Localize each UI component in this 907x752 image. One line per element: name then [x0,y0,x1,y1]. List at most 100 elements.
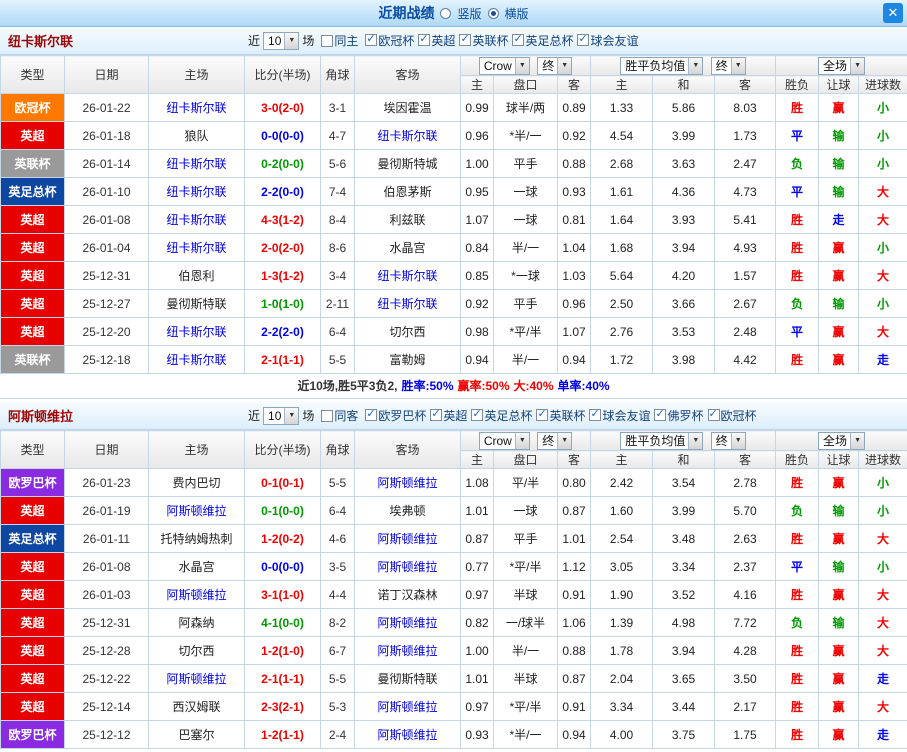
recent-count-select[interactable]: 10 ▼ [263,406,300,425]
match-row: 英联杯 26-01-14 纽卡斯尔联 0-2(0-0) 5-6 曼彻斯特城 1.00 平手 0.… [0,149,907,178]
home-team: 阿斯顿维拉 [148,496,245,525]
match-date: 26-01-18 [64,121,149,150]
match-score: 2-1(1-1) [244,664,321,693]
league-badge: 英联杯 [0,345,65,374]
checkbox-checked-icon[interactable] [459,32,472,47]
recent-count-select[interactable]: 10 ▼ [263,31,300,50]
avg-home: 1.64 [590,205,654,234]
odds-home: 0.87 [460,524,494,553]
avg-away: 4.28 [714,636,777,665]
bookmaker-select[interactable]: Crow ▼ [478,431,530,450]
odds-home: 0.94 [460,345,494,374]
league-checkbox[interactable]: 英超 [430,407,467,424]
league-checkbox[interactable]: 球会友谊 [577,32,638,49]
checkbox-checked-icon[interactable] [430,407,443,422]
avg-away: 1.73 [714,121,777,150]
league-checkbox[interactable]: 佛罗杯 [654,407,704,424]
checkbox-checked-icon[interactable] [589,407,602,422]
col-header-odds-away: 客 [556,75,592,94]
home-team: 狼队 [148,121,245,150]
match-row: 英超 26-01-04 纽卡斯尔联 2-0(2-0) 8-6 水晶宫 0.84 半/一 1.04… [0,233,907,262]
match-score: 2-2(2-0) [244,317,321,346]
league-checkbox[interactable]: 英足总杯 [512,32,573,49]
match-row: 欧罗巴杯 25-12-12 巴塞尔 1-2(1-1) 2-4 阿斯顿维拉 0.93 *半/一 0… [0,720,907,749]
checkbox-checked-icon[interactable] [418,32,431,47]
avg-final-select[interactable]: 终 ▼ [710,431,746,450]
match-date: 25-12-14 [64,692,149,721]
avg-final-select[interactable]: 终 ▼ [710,56,746,75]
goals-result: 小 [858,468,907,497]
odds-line: *半/一 [493,121,558,150]
scope-group-header: 全场 ▼ [775,430,907,451]
checkbox-unchecked-icon[interactable] [321,34,334,47]
close-icon[interactable]: ✕ [883,3,903,23]
match-row: 英足总杯 26-01-10 纽卡斯尔联 2-2(0-0) 7-4 伯恩茅斯 0.95 一球 0.… [0,177,907,206]
scope-select[interactable]: 全场 ▼ [818,56,866,75]
checkbox-checked-icon[interactable] [471,407,484,422]
league-checkbox[interactable]: 欧罗巴杯 [365,407,426,424]
away-team: 利兹联 [354,205,461,234]
league-checkbox[interactable]: 英足总杯 [471,407,532,424]
match-score: 0-1(0-0) [244,496,321,525]
checkbox-checked-icon[interactable] [654,407,667,422]
odds-line: 一球 [493,177,558,206]
checkbox-checked-icon[interactable] [577,32,590,47]
league-checkbox[interactable]: 英超 [418,32,455,49]
vertical-layout-label[interactable]: 竖版 [457,5,481,22]
checkbox-checked-icon[interactable] [707,407,720,422]
vertical-layout-radio[interactable] [440,7,452,19]
handicap-result: 输 [818,121,860,150]
scope-select[interactable]: 全场 ▼ [818,431,866,450]
checkbox-checked-icon[interactable] [512,32,525,47]
checkbox-unchecked-icon[interactable] [321,409,334,422]
odds-away: 0.91 [556,692,592,721]
avg-select[interactable]: 胜平负均值 ▼ [620,431,704,450]
goals-result: 小 [858,496,907,525]
chevron-down-icon: ▼ [850,432,865,449]
checkbox-checked-icon[interactable] [365,32,378,47]
odds-home: 0.82 [460,608,494,637]
chevron-down-icon: ▼ [557,57,572,74]
league-checkbox[interactable]: 欧冠杯 [365,32,414,49]
avg-select[interactable]: 胜平负均值 ▼ [620,56,704,75]
odds-home: 0.99 [460,93,494,122]
checkbox-checked-icon[interactable] [536,407,549,422]
odds-line: 球半/两 [493,93,558,122]
chevron-down-icon: ▼ [730,432,745,449]
match-date: 26-01-10 [64,177,149,206]
odds-line: 平手 [493,149,558,178]
goals-result: 走 [858,664,907,693]
league-badge: 欧冠杯 [0,93,65,122]
odds-final-select[interactable]: 终 ▼ [537,431,573,450]
league-checkbox[interactable]: 英联杯 [459,32,508,49]
odds-final-select[interactable]: 终 ▼ [537,56,573,75]
home-team: 纽卡斯尔联 [148,177,245,206]
league-badge: 英超 [0,317,65,346]
handicap-result: 输 [818,496,860,525]
match-date: 26-01-03 [64,580,149,609]
odds-line: *平/半 [493,552,558,581]
league-checkbox[interactable]: 欧冠杯 [707,407,757,424]
league-checkbox[interactable]: 英联杯 [536,407,585,424]
col-header-odds-away: 客 [556,450,592,469]
col-header-avg-draw: 和 [652,75,716,94]
same-venue-checkbox[interactable]: 同客 [321,407,358,424]
odds-away: 0.94 [556,345,592,374]
away-team: 诺丁汉森林 [354,580,461,609]
horizontal-layout-radio[interactable] [487,7,499,19]
avg-draw: 3.53 [652,317,716,346]
match-date: 26-01-22 [64,93,149,122]
goals-result: 大 [858,524,907,553]
league-checkbox[interactable]: 球会友谊 [589,407,650,424]
bookmaker-select[interactable]: Crow ▼ [478,56,530,75]
same-venue-checkbox[interactable]: 同主 [321,32,358,49]
match-date: 26-01-08 [64,552,149,581]
avg-draw: 3.75 [652,720,716,749]
corner-score: 2-4 [320,720,355,749]
chevron-down-icon: ▼ [514,57,529,74]
checkbox-checked-icon[interactable] [365,407,378,422]
avg-home: 2.04 [590,664,654,693]
avg-home: 2.68 [590,149,654,178]
horizontal-layout-label[interactable]: 横版 [505,5,529,22]
col-header-avg-away: 客 [714,450,777,469]
